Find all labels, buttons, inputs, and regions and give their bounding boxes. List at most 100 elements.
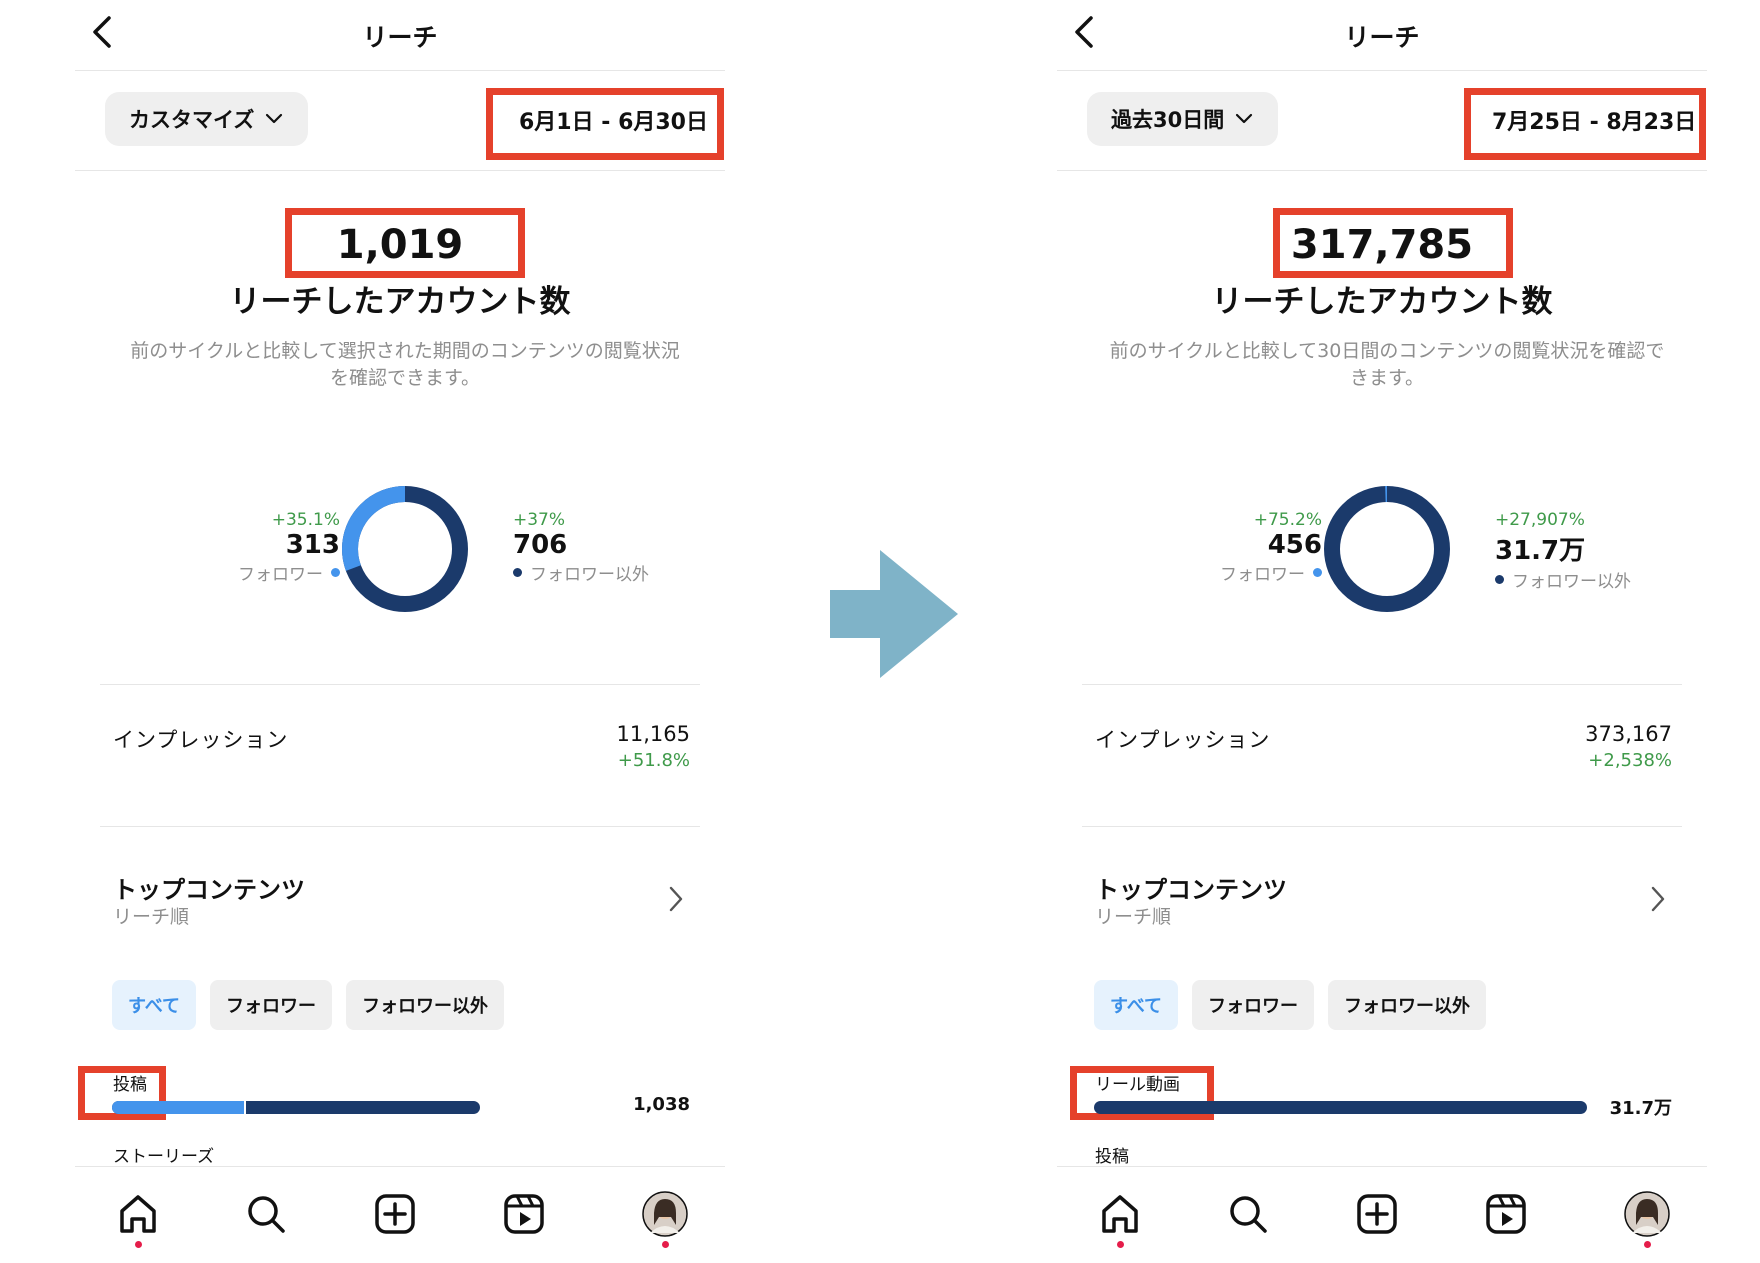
legend-dot-followers <box>1313 568 1322 577</box>
nav-reels[interactable] <box>501 1191 547 1237</box>
legend-dot-non-followers <box>513 568 522 577</box>
impressions-value: 11,165 <box>616 722 690 746</box>
insights-panel-after: リーチ 過去30日間 7月25日 - 8月23日 317,785 リーチしたアカ… <box>1057 0 1707 1263</box>
followers-legend: フォロワー <box>1220 560 1322 585</box>
nav-search[interactable] <box>243 1191 289 1237</box>
content-type-bar-followers <box>112 1101 245 1114</box>
chevron-right-icon[interactable] <box>1649 884 1667 914</box>
top-content-title[interactable]: トップコンテンツ <box>113 870 305 905</box>
reels-icon <box>504 1194 544 1234</box>
filter-chip-followers[interactable]: フォロワー <box>1192 980 1315 1030</box>
chevron-down-icon <box>266 113 283 124</box>
bottom-nav-bar <box>1057 1166 1707 1263</box>
non-followers-label: フォロワー以外 <box>530 565 649 585</box>
period-selector-label: カスタマイズ <box>129 108 255 132</box>
non-followers-stat: +27,907% 31.7万 フォロワー以外 <box>1495 510 1631 592</box>
reels-icon <box>1486 1194 1526 1234</box>
non-followers-legend: フォロワー以外 <box>513 560 649 585</box>
filter-chip-all[interactable]: すべて <box>112 980 197 1030</box>
page-title: リーチ <box>1344 23 1420 52</box>
divider <box>1057 70 1707 71</box>
impressions-value: 373,167 <box>1585 722 1672 746</box>
nav-home[interactable] <box>1097 1191 1143 1237</box>
divider <box>75 170 725 171</box>
non-followers-stat: +37% 706 フォロワー以外 <box>513 510 649 585</box>
non-followers-pct: +27,907% <box>1495 510 1585 530</box>
description-text: 前のサイクルと比較して選択された期間のコンテンツの閲覧状況を確認できます。 <box>130 340 680 389</box>
top-content-title[interactable]: トップコンテンツ <box>1095 870 1287 905</box>
bottom-nav-bar <box>75 1166 725 1263</box>
legend-dot-followers <box>331 568 340 577</box>
period-selector[interactable]: 過去30日間 <box>1087 92 1279 146</box>
insights-panel-before: リーチ カスタマイズ 6月1日 - 6月30日 1,019 リーチしたアカウント… <box>75 0 725 1263</box>
home-icon <box>1102 1195 1138 1233</box>
notification-dot <box>1117 1241 1124 1248</box>
nav-profile[interactable] <box>642 1191 688 1237</box>
non-followers-count: 706 <box>513 530 568 560</box>
highlight-box-date <box>1464 88 1706 160</box>
impressions-label: インプレッション <box>113 728 289 752</box>
chevron-down-icon <box>1236 113 1253 124</box>
accounts-reached-label: リーチしたアカウント数 <box>1211 284 1553 320</box>
nav-reels[interactable] <box>1483 1191 1529 1237</box>
profile-avatar <box>1624 1191 1670 1237</box>
impressions-pct: +2,538% <box>1588 750 1672 771</box>
page-title: リーチ <box>362 23 438 52</box>
audience-filter-group: すべて フォロワー フォロワー以外 <box>112 980 505 1030</box>
followers-legend: フォロワー <box>238 560 340 585</box>
arrow-right-icon <box>830 550 958 678</box>
followers-stat: +35.1% 313 フォロワー <box>238 510 340 585</box>
nav-profile[interactable] <box>1624 1191 1670 1237</box>
description-text: 前のサイクルと比較して30日間のコンテンツの閲覧状況を確認できます。 <box>1109 340 1665 389</box>
content-type-bar <box>112 1101 480 1114</box>
followers-label: フォロワー <box>238 565 323 585</box>
create-icon <box>1357 1194 1397 1234</box>
non-followers-count: 31.7万 <box>1495 536 1586 566</box>
content-type-value: 1,038 <box>633 1094 690 1115</box>
reach-donut-chart <box>1324 486 1450 612</box>
chevron-right-icon[interactable] <box>667 884 685 914</box>
non-followers-pct: +37% <box>513 510 566 530</box>
highlight-box-reach <box>285 208 525 278</box>
content-type-value: 31.7万 <box>1609 1098 1672 1119</box>
followers-stat: +75.2% 456 フォロワー <box>1220 510 1322 585</box>
divider <box>1057 170 1707 171</box>
profile-avatar <box>642 1191 688 1237</box>
followers-count: 313 <box>285 530 340 560</box>
non-followers-legend: フォロワー以外 <box>1495 567 1631 592</box>
divider <box>1082 684 1682 685</box>
followers-pct: +35.1% <box>271 510 340 530</box>
notification-dot <box>662 1241 669 1248</box>
highlight-box-reach <box>1273 208 1513 278</box>
filter-chip-all[interactable]: すべて <box>1094 980 1179 1030</box>
content-type-bar-divider <box>244 1101 247 1114</box>
impressions-pct: +51.8% <box>617 750 690 771</box>
highlight-box-date <box>486 88 724 160</box>
divider <box>100 826 700 827</box>
nav-home[interactable] <box>115 1191 161 1237</box>
search-icon <box>248 1196 285 1233</box>
filter-chip-followers[interactable]: フォロワー <box>210 980 333 1030</box>
divider <box>1082 826 1682 827</box>
legend-dot-non-followers <box>1495 575 1504 584</box>
filter-chip-non-followers[interactable]: フォロワー以外 <box>1328 980 1487 1030</box>
create-icon <box>375 1194 415 1234</box>
reach-donut-chart <box>342 486 468 612</box>
top-content-subtitle: リーチ順 <box>113 906 190 928</box>
notification-dot <box>1644 1241 1651 1248</box>
nav-create[interactable] <box>1354 1191 1400 1237</box>
notification-dot <box>135 1241 142 1248</box>
followers-pct: +75.2% <box>1253 510 1322 530</box>
accounts-reached-label: リーチしたアカウント数 <box>229 284 571 320</box>
filter-chip-non-followers[interactable]: フォロワー以外 <box>346 980 505 1030</box>
non-followers-label: フォロワー以外 <box>1512 572 1631 592</box>
nav-create[interactable] <box>372 1191 418 1237</box>
donut-non-followers-arc <box>1324 486 1450 612</box>
content-type-bar <box>1094 1101 1587 1114</box>
audience-filter-group: すべて フォロワー フォロワー以外 <box>1094 980 1487 1030</box>
nav-search[interactable] <box>1225 1191 1271 1237</box>
impressions-label: インプレッション <box>1095 728 1271 752</box>
divider <box>75 70 725 71</box>
period-selector[interactable]: カスタマイズ <box>105 92 309 146</box>
home-icon <box>120 1195 156 1233</box>
